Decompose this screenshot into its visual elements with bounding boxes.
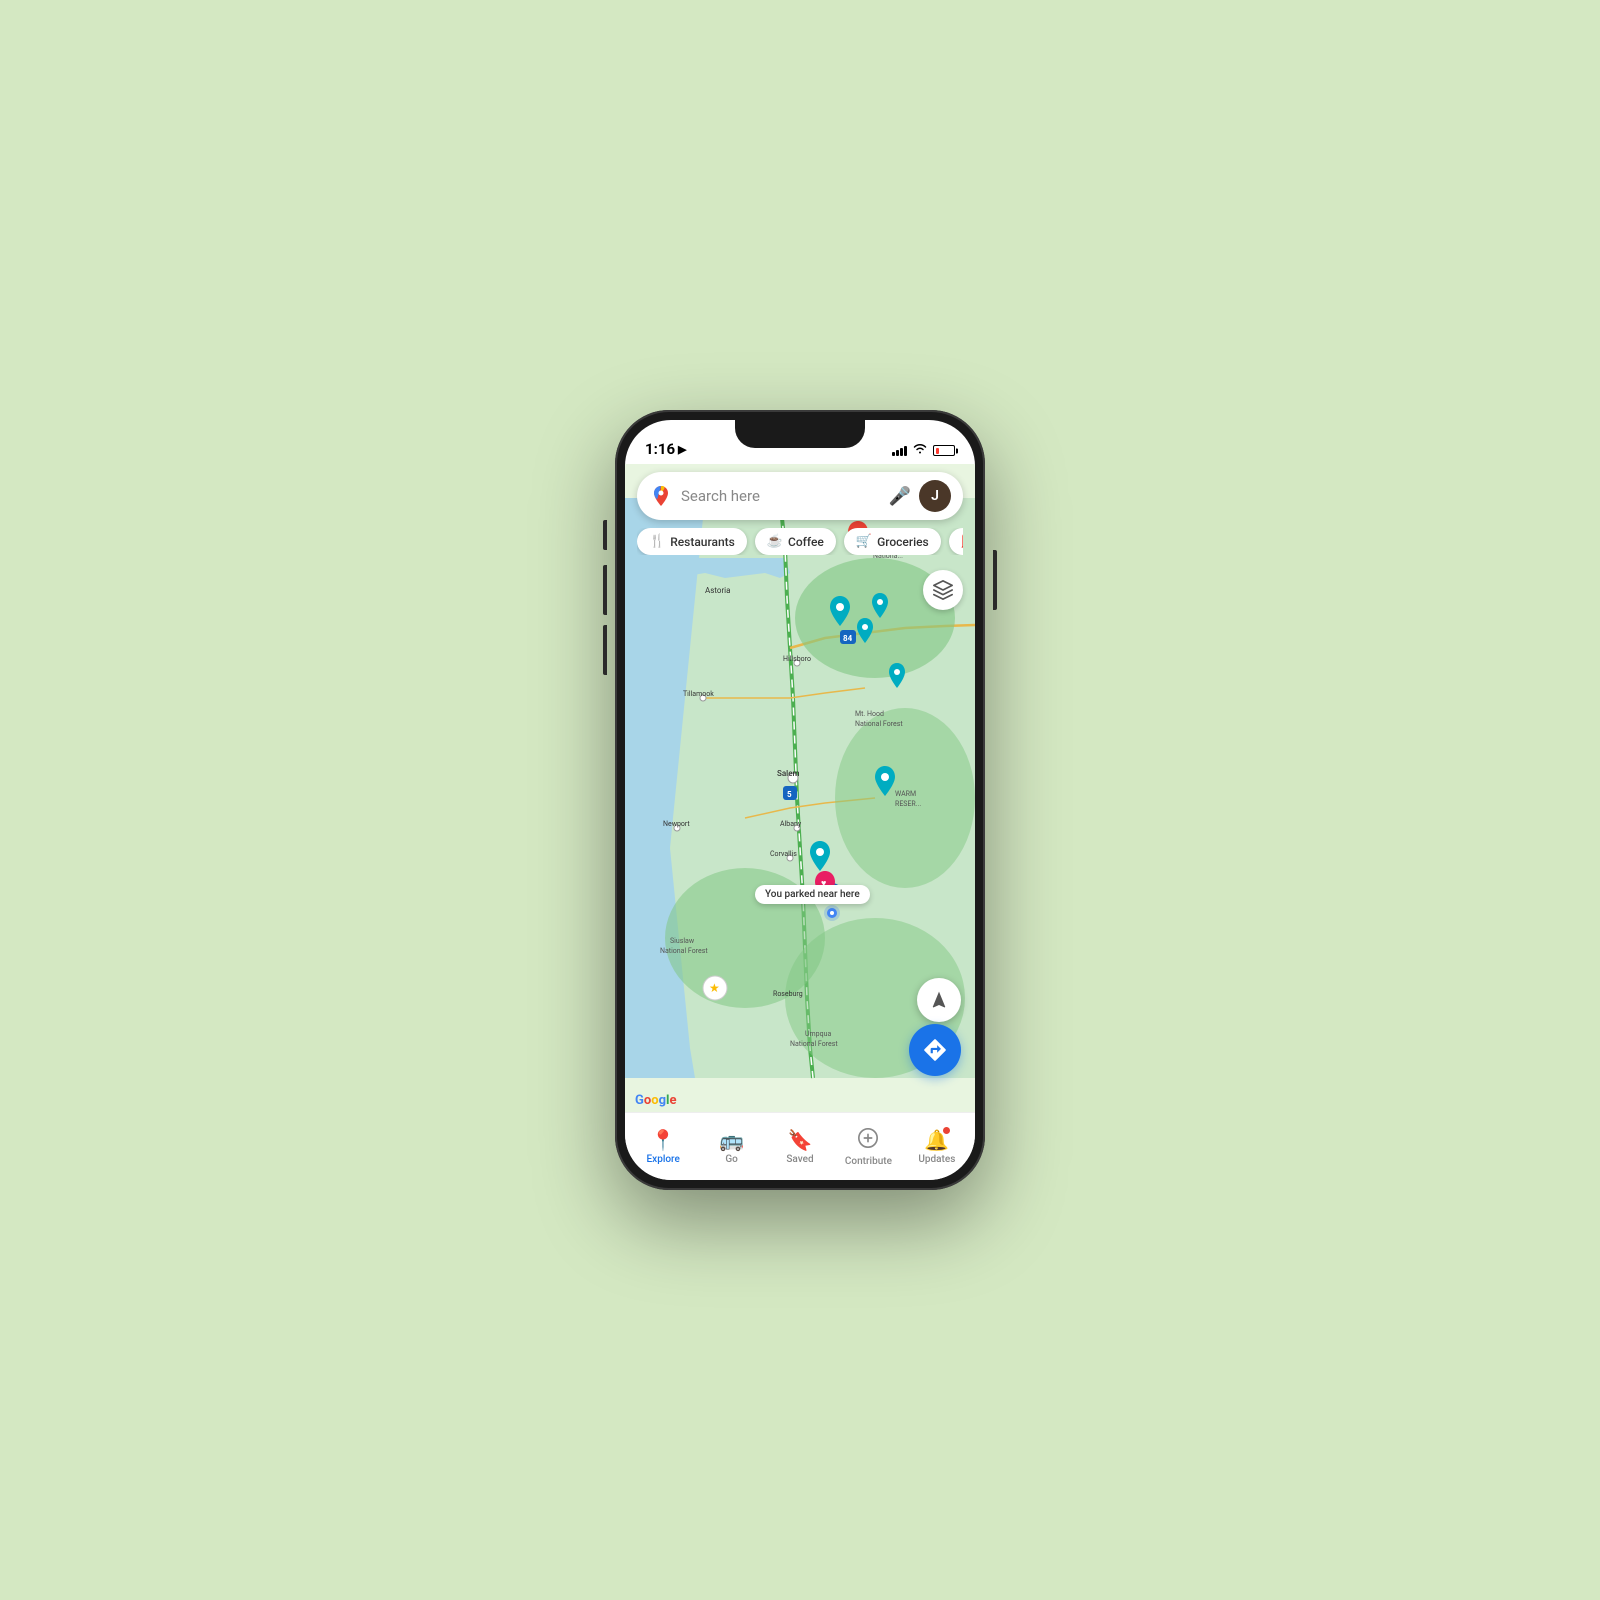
volume-up-button (603, 565, 607, 615)
svg-text:Corvallis: Corvallis (770, 850, 797, 858)
google-map-watermark: Google (635, 1093, 676, 1108)
navigate-button[interactable] (909, 1024, 961, 1076)
nav-contribute[interactable]: Contribute (834, 1121, 902, 1173)
svg-text:Tillamook: Tillamook (683, 690, 714, 698)
coffee-icon: ☕ (767, 534, 783, 549)
layers-icon (932, 579, 954, 601)
battery-icon (933, 445, 955, 456)
gas-icon: ⛽ (961, 534, 963, 549)
search-bar-container: Search here 🎤 J (637, 472, 963, 520)
nav-go[interactable]: 🚌 Go (697, 1122, 765, 1171)
wifi-icon (913, 443, 927, 458)
nav-updates[interactable]: 🔔 Updates (903, 1122, 971, 1171)
contribute-icon (857, 1127, 879, 1154)
phone-screen: 1:16 ▶ (625, 420, 975, 1180)
my-location-button[interactable] (917, 978, 961, 1022)
bottom-navigation: 📍 Explore 🚌 Go 🔖 Saved Contribute (625, 1112, 975, 1180)
status-icons (892, 443, 955, 458)
svg-text:National Forest: National Forest (660, 947, 708, 955)
chip-restaurants-label: Restaurants (670, 535, 735, 549)
chip-groceries-label: Groceries (877, 535, 929, 549)
svg-text:Umpqua: Umpqua (805, 1030, 831, 1038)
svg-text:Newport: Newport (663, 820, 690, 828)
chip-gas[interactable]: ⛽ (949, 528, 963, 555)
contribute-label: Contribute (845, 1156, 892, 1167)
power-button (993, 550, 997, 610)
status-time: 1:16 ▶ (645, 440, 687, 458)
svg-text:National Forest: National Forest (855, 720, 903, 728)
svg-text:Mt. Hood: Mt. Hood (855, 710, 884, 718)
svg-text:RESER...: RESER... (895, 800, 921, 808)
user-avatar[interactable]: J (919, 480, 951, 512)
svg-text:Astoria: Astoria (705, 586, 730, 595)
google-maps-logo (649, 484, 673, 508)
volume-down-button (603, 625, 607, 675)
nav-explore[interactable]: 📍 Explore (629, 1122, 697, 1171)
svg-text:★: ★ (709, 981, 720, 995)
chip-restaurants[interactable]: 🍴 Restaurants (637, 528, 747, 555)
explore-label: Explore (647, 1154, 680, 1165)
groceries-icon: 🛒 (856, 534, 872, 549)
saved-label: Saved (786, 1154, 813, 1165)
chip-groceries[interactable]: 🛒 Groceries (844, 528, 941, 555)
map-area[interactable]: Salem Albany Corvallis Hillsboro Newport… (625, 464, 975, 1112)
svg-text:Siuslaw: Siuslaw (670, 937, 695, 945)
go-icon: 🚌 (719, 1128, 744, 1152)
nav-saved[interactable]: 🔖 Saved (766, 1122, 834, 1171)
updates-icon: 🔔 (924, 1128, 949, 1152)
layers-button[interactable] (923, 570, 963, 610)
location-arrow-icon: ▶ (678, 443, 686, 456)
notch (735, 420, 865, 448)
directions-icon (922, 1037, 948, 1063)
explore-icon: 📍 (651, 1128, 676, 1152)
svg-text:Roseburg: Roseburg (773, 990, 803, 998)
signal-icon (892, 446, 907, 456)
navigation-icon (929, 990, 949, 1010)
chip-coffee-label: Coffee (788, 535, 824, 549)
search-bar[interactable]: Search here 🎤 J (637, 472, 963, 520)
chip-coffee[interactable]: ☕ Coffee (755, 528, 836, 555)
updates-label: Updates (918, 1154, 955, 1165)
svg-text:5: 5 (787, 790, 792, 799)
parked-tooltip: You parked near here (755, 885, 870, 904)
search-input[interactable]: Search here (681, 487, 881, 505)
svg-text:Salem: Salem (777, 769, 799, 778)
svg-text:84: 84 (843, 634, 853, 643)
time-display: 1:16 (645, 440, 675, 458)
svg-text:Albany: Albany (780, 820, 802, 828)
go-label: Go (725, 1154, 738, 1165)
svg-text:National Forest: National Forest (790, 1040, 838, 1048)
microphone-icon[interactable]: 🎤 (889, 486, 911, 507)
phone-frame: 1:16 ▶ (615, 410, 985, 1190)
restaurants-icon: 🍴 (649, 534, 665, 549)
saved-icon: 🔖 (788, 1128, 813, 1152)
silent-switch (603, 520, 607, 550)
svg-text:Hillsboro: Hillsboro (783, 655, 811, 663)
svg-text:WARM: WARM (895, 790, 916, 798)
chips-container: 🍴 Restaurants ☕ Coffee 🛒 Groceries ⛽ (637, 528, 963, 555)
